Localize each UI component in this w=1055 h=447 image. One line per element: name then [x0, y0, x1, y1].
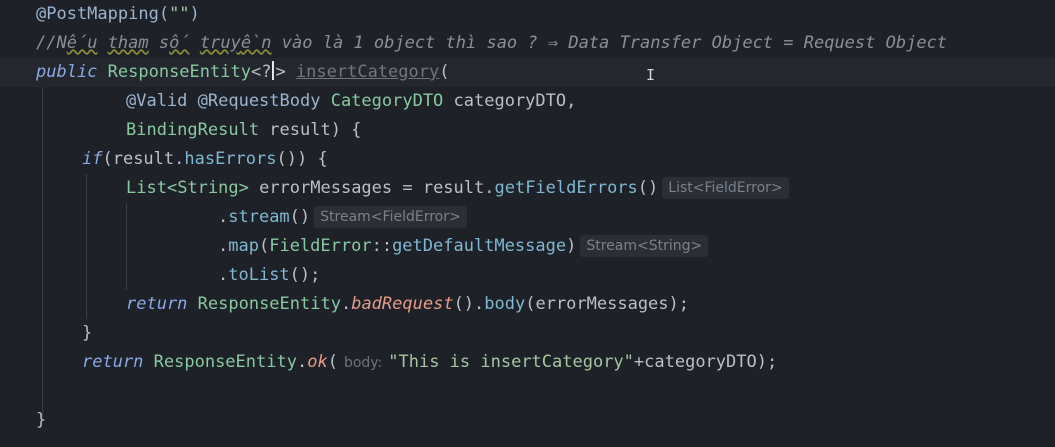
string-literal: "" — [169, 4, 190, 24]
code-text: . — [340, 294, 352, 314]
annotation: @Valid @RequestBody — [126, 91, 331, 111]
method-call: getFieldErrors — [494, 178, 638, 198]
code-text: . — [296, 352, 308, 372]
type-name: List — [126, 178, 167, 198]
parameter-name-hint: body: — [343, 355, 383, 371]
type-name: ResponseEntity — [107, 62, 251, 82]
method-call: hasErrors — [184, 149, 277, 169]
code-text: ( — [258, 236, 270, 256]
keyword: return — [82, 352, 154, 372]
paren: ) — [189, 4, 200, 24]
code-line-2-comment[interactable]: //Nếu tham số truyền vào là 1 object thì… — [36, 29, 947, 58]
code-line-3[interactable]: public ResponseEntity<? > insertCategory( — [36, 58, 449, 87]
code-text: () — [637, 178, 659, 198]
code-line-4[interactable]: @Valid @RequestBody CategoryDTO category… — [126, 87, 576, 116]
comment-text: tham — [107, 33, 149, 53]
type-name: BindingResult — [126, 120, 260, 140]
type-name: FieldError — [269, 236, 372, 256]
code-line-14[interactable]: } — [36, 406, 46, 435]
method-name-unused: insertCategory — [295, 62, 440, 82]
comment-text: ếu — [66, 33, 98, 53]
code-text: :: — [371, 236, 393, 256]
code-text: (errorMessages); — [525, 294, 689, 314]
code-text: errorMessages = result. — [248, 178, 495, 198]
brace: } — [82, 323, 93, 343]
code-line-11[interactable]: return ResponseEntity.badRequest().body(… — [126, 290, 689, 319]
keyword: return — [126, 294, 198, 314]
method-reference: getDefaultMessage — [392, 236, 567, 256]
comment-text: //N — [36, 33, 67, 53]
method-call: map — [228, 236, 259, 256]
code-text: ) — [566, 236, 577, 256]
keyword: if — [82, 149, 103, 169]
code-text: +categoryDTO); — [633, 352, 778, 372]
type-name: ResponseEntity — [153, 352, 297, 372]
brace: } — [36, 410, 47, 430]
code-editor[interactable]: @PostMapping("") //Nếu tham số truyền và… — [0, 0, 1055, 447]
code-line-12[interactable]: } — [82, 319, 92, 348]
string-literal: "This is insertCategory" — [388, 352, 634, 372]
indent-guide — [42, 87, 43, 417]
paren: ( — [439, 62, 450, 82]
code-text: . — [218, 236, 229, 256]
type-inlay-hint: Stream<String> — [580, 235, 709, 257]
parameter: result) { — [259, 120, 362, 140]
method-call: toList — [228, 265, 290, 285]
code-line-10[interactable]: .toList(); — [218, 261, 320, 290]
code-text: (result. — [102, 149, 185, 169]
code-line-5[interactable]: BindingResult result) { — [126, 116, 361, 145]
comment-text: s — [148, 33, 170, 53]
code-text: (); — [289, 265, 321, 285]
annotation: @PostMapping( — [36, 4, 170, 24]
code-text: ()) { — [276, 149, 328, 169]
code-line-1[interactable]: @PostMapping("") — [36, 0, 200, 29]
comment-text: vào là 1 object thì sao ? ⇒ Data Transfe… — [271, 33, 948, 53]
type-inlay-hint: Stream<FieldError> — [314, 206, 467, 228]
generic: <String> — [166, 178, 249, 198]
code-text: . — [218, 265, 229, 285]
i-beam-cursor-icon: I — [646, 66, 656, 84]
type-name: ResponseEntity — [197, 294, 341, 314]
indent-guide — [86, 174, 87, 319]
code-line-6[interactable]: if(result.hasErrors()) { — [82, 145, 328, 174]
type-inlay-hint: List<FieldError> — [662, 177, 789, 199]
code-line-7[interactable]: List<String> errorMessages = result.getF… — [126, 174, 789, 203]
code-line-13[interactable]: return ResponseEntity.ok( body: "This is i… — [82, 348, 777, 377]
code-line-8[interactable]: .stream() Stream<FieldError> — [218, 203, 467, 232]
method-call: stream — [228, 207, 290, 227]
comment-text: ố — [169, 33, 190, 53]
parameter: categoryDTO, — [443, 91, 577, 111]
comment-text — [97, 33, 107, 53]
code-line-9[interactable]: .map(FieldError::getDefaultMessage) Strea… — [218, 232, 709, 261]
code-text: () — [289, 207, 311, 227]
comment-text: ền — [240, 33, 272, 53]
comment-text — [190, 33, 200, 53]
code-text: . — [218, 207, 229, 227]
keyword: public — [36, 62, 108, 82]
generic: <? — [250, 62, 272, 82]
type-name: CategoryDTO — [330, 91, 444, 111]
static-method-call: ok — [307, 352, 328, 372]
static-method-call: badRequest — [351, 294, 454, 314]
indent-guide — [126, 203, 127, 290]
comment-text: truy — [199, 33, 241, 53]
code-text: ( — [327, 352, 338, 372]
method-call: body — [484, 294, 526, 314]
code-text: (). — [453, 294, 485, 314]
generic: > — [275, 62, 286, 82]
